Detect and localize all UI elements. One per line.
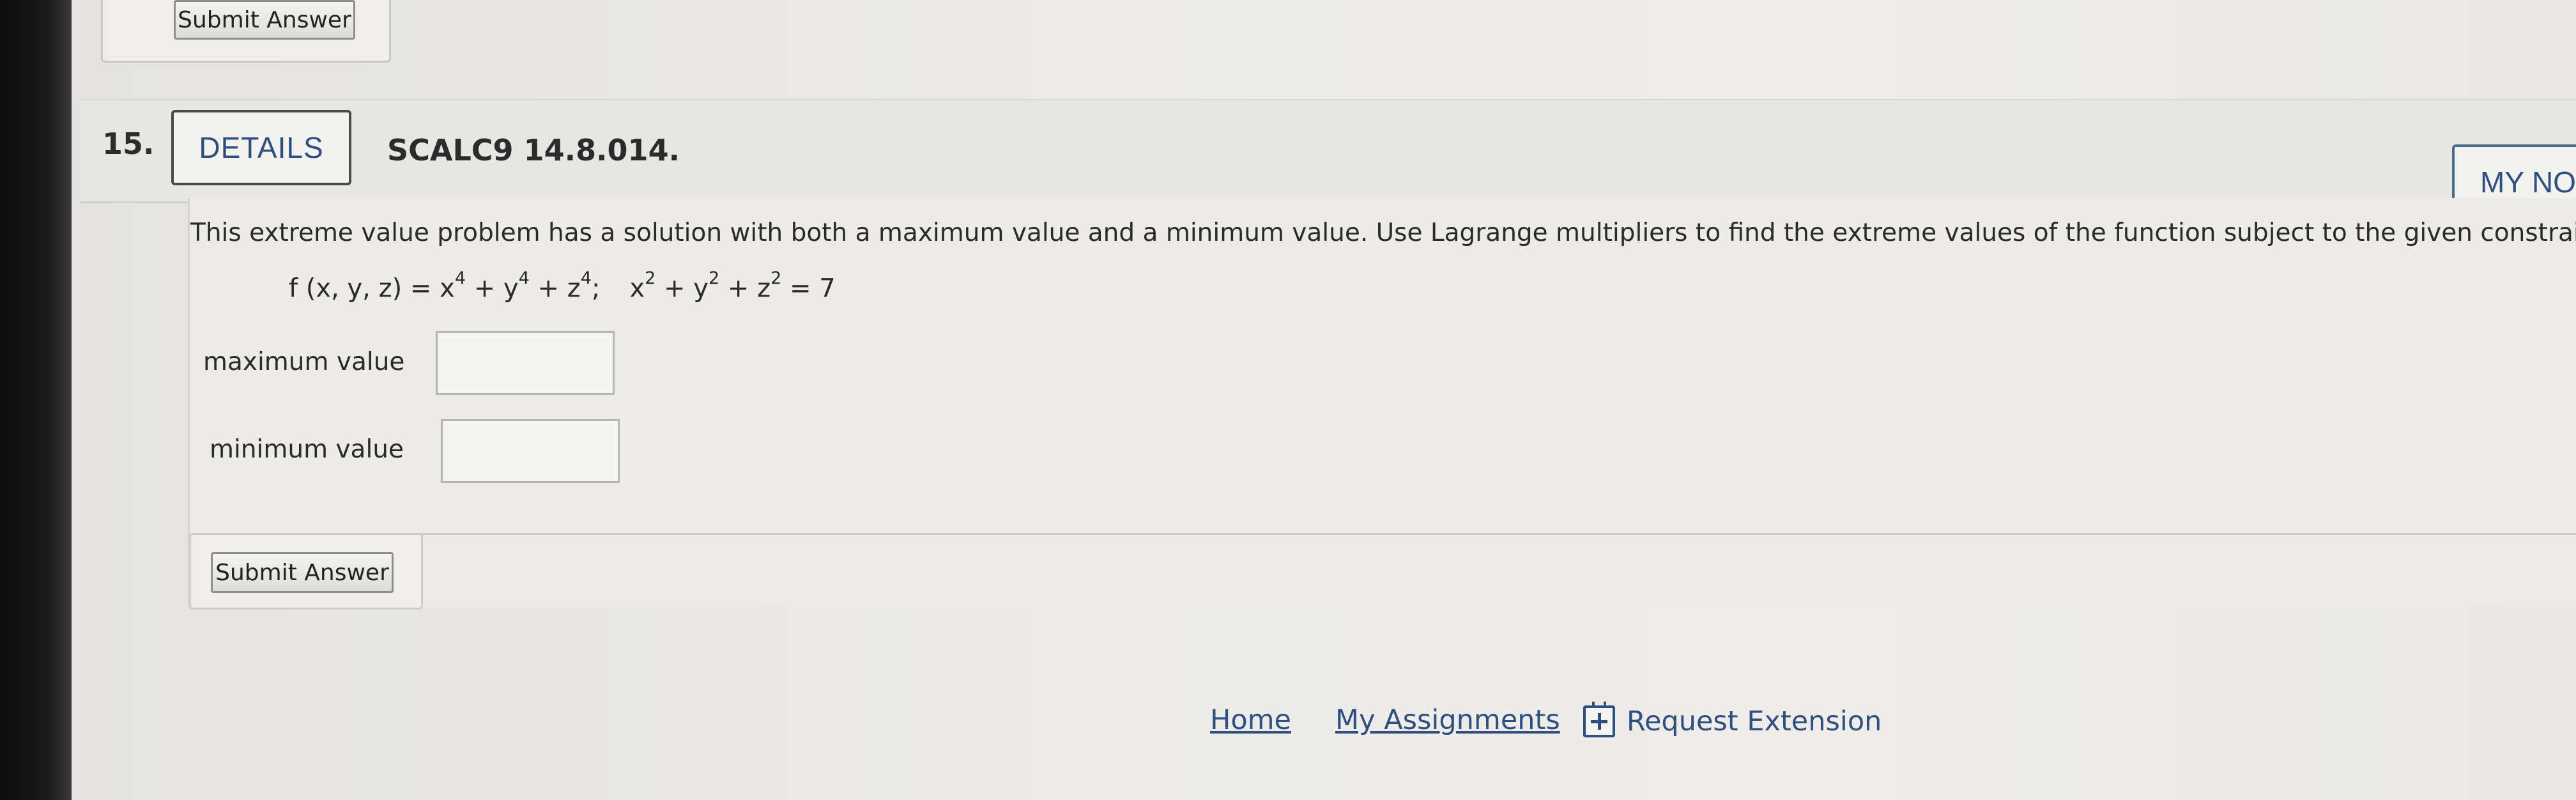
submit-answer-button[interactable]: Submit Answer [211,552,394,593]
exponent: 4 [580,268,592,288]
constraint-term: + y [656,273,709,304]
submit-divider [415,533,2576,535]
exponent: 2 [708,268,720,288]
exponent: 4 [454,268,466,288]
constraint-term: = 7 [781,273,836,304]
question-formula: f (x, y, z) = x4 + y4 + z4; x2 + y2 + z2 … [289,268,836,304]
request-extension-link[interactable]: Request Extension [1583,702,1882,737]
function-term: ; [591,273,601,304]
function-term: + y [466,273,519,304]
question-code: SCALC9 14.8.014. [387,133,680,167]
minimum-value-label: minimum value [210,435,404,464]
calendar-plus-icon [1583,702,1615,737]
exponent: 4 [518,268,530,288]
constraint-term: + z [719,273,771,304]
maximum-value-label: maximum value [203,348,405,376]
question-number: 15. [102,127,155,161]
screen-bezel [0,0,72,800]
constraint-text: x [629,273,645,304]
my-assignments-link[interactable]: My Assignments [1335,704,1560,736]
previous-submit-answer-button[interactable]: Submit Answer [174,0,355,40]
question-body-panel [188,198,2576,607]
maximum-value-input[interactable] [436,331,615,395]
function-text: f (x, y, z) = x [289,273,455,304]
details-button[interactable]: DETAILS [171,110,351,185]
home-link[interactable]: Home [1210,704,1291,736]
minimum-value-input[interactable] [441,419,620,483]
request-extension-label: Request Extension [1627,705,1882,737]
function-term: + z [529,273,581,304]
exponent: 2 [645,268,656,288]
exponent: 2 [770,268,782,288]
question-prompt: This extreme value problem has a solutio… [190,219,2576,247]
